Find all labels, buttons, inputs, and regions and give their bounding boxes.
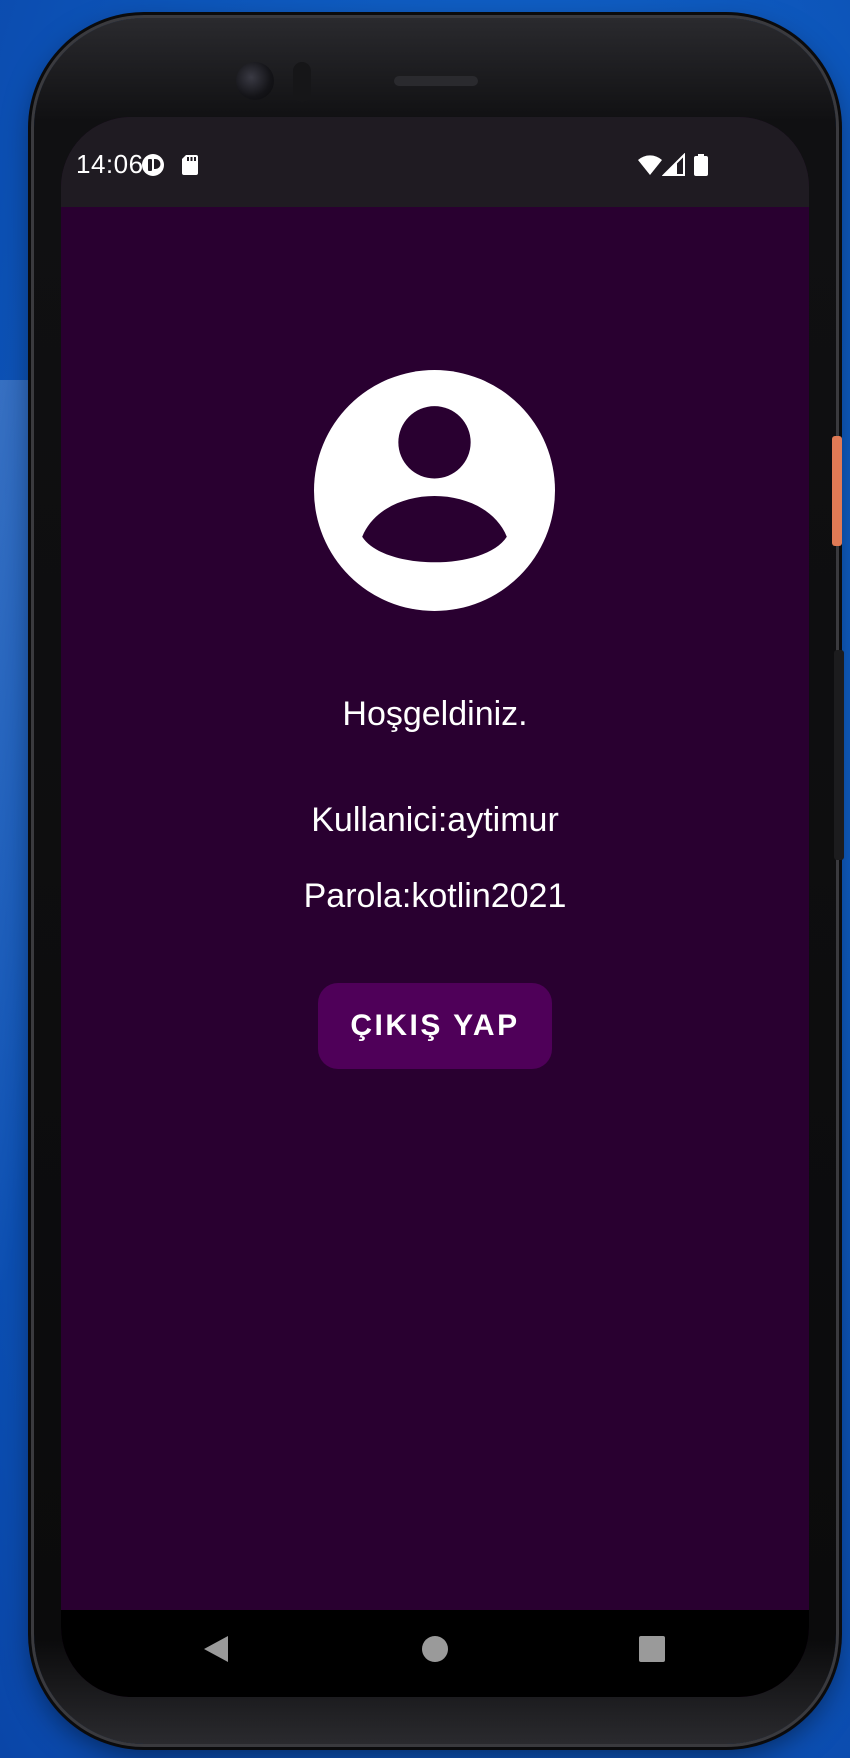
username-text: Kullanici:aytimur [311,801,559,839]
navigation-bar [61,1610,809,1697]
welcome-text: Hoşgeldiniz. [342,695,528,733]
home-icon[interactable] [421,1634,449,1664]
signal-icon [662,153,685,176]
battery-icon [694,154,708,176]
power-button[interactable] [832,436,842,546]
phone-screen: 14:06 Hoşgeldiniz. Kullanici:aytimur Par… [61,117,809,1697]
status-bar: 14:06 [61,117,809,207]
back-icon[interactable] [202,1634,230,1664]
app-notification-icon [142,154,164,176]
sd-card-icon [182,155,198,175]
password-text: Parola:kotlin2021 [303,877,567,915]
logout-button[interactable]: ÇIKIŞ YAP [318,983,552,1069]
status-time: 14:06 [76,149,144,179]
welcome-screen: Hoşgeldiniz. Kullanici:aytimur Parola:ko… [61,207,809,1610]
wifi-icon [638,155,662,175]
volume-button[interactable] [834,650,844,860]
proximity-sensor [293,62,311,102]
recents-icon[interactable] [638,1634,666,1664]
front-camera [236,62,274,100]
earpiece-speaker [394,76,478,86]
account-circle-icon [314,370,555,611]
